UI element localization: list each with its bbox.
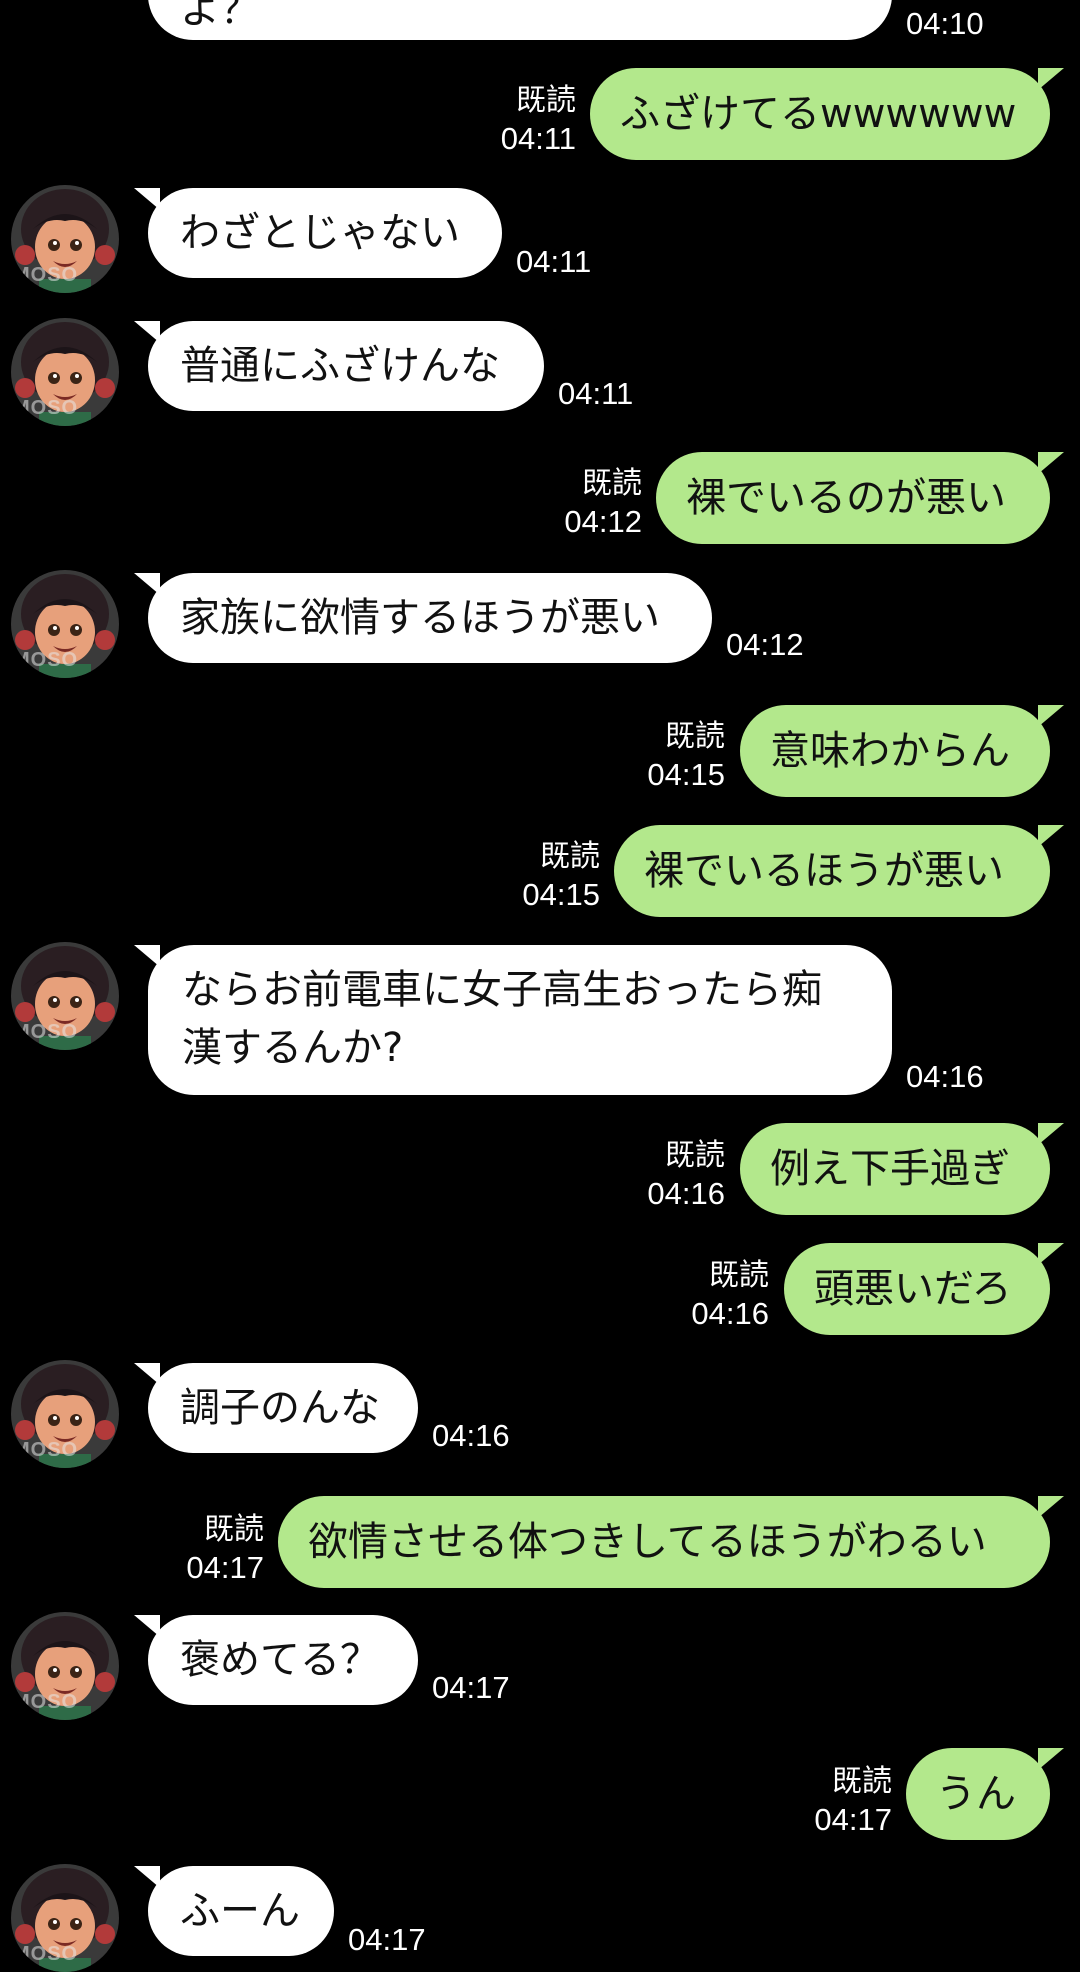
outgoing-bubble[interactable]: 意味わからん [740,705,1064,797]
read-receipt: 既読 04:17 [814,1763,892,1839]
read-receipt: 既読 04:16 [647,1137,725,1213]
avatar-watermark: MOSO [13,397,79,419]
message-time: 04:16 [647,1176,725,1211]
message-time: 04:10 [906,6,984,41]
message-time: 04:12 [564,504,642,539]
outgoing-bubble[interactable]: 欲情させる体つきしてるほうがわるい [278,1496,1064,1588]
message-time: 04:16 [906,1059,984,1094]
outgoing-bubble[interactable]: うん [906,1748,1064,1840]
message-time: 04:12 [726,627,804,662]
avatar-watermark: MOSO [13,264,79,286]
outgoing-bubble[interactable]: 頭悪いだろ [784,1243,1064,1335]
avatar-watermark: MOSO [13,1439,79,1461]
read-label: 既読 [516,83,576,118]
incoming-bubble[interactable]: 褒めてる？ [134,1615,418,1705]
read-receipt: 既読 04:12 [564,465,642,541]
outgoing-bubble[interactable]: 裸でいるほうが悪い [614,825,1064,917]
avatar-watermark: MOSO [13,1021,79,1043]
message-time: 04:16 [432,1418,510,1453]
message-time: 04:11 [558,376,634,411]
contact-avatar[interactable]: MOSO [11,1864,119,1972]
message-time: 04:11 [500,121,576,156]
incoming-bubble[interactable]: 調子のんな [134,1363,418,1453]
message-time: 04:17 [814,1802,892,1837]
avatar-watermark: MOSO [13,649,79,671]
contact-avatar[interactable]: MOSO [11,942,119,1050]
read-label: 既読 [540,839,600,874]
outgoing-bubble[interactable]: 例え下手過ぎ [740,1123,1064,1215]
chat-message-list[interactable]: よ？ 04:10 既読 04:11 ふざけてるwwwwww MOSO わざとじゃ… [0,0,1080,1972]
read-receipt: 既読 04:16 [691,1257,769,1333]
read-receipt: 既読 04:17 [186,1511,264,1587]
read-label: 既読 [665,719,725,754]
read-label: 既読 [665,1138,725,1173]
read-receipt: 既読 04:15 [647,718,725,794]
outgoing-bubble[interactable]: 裸でいるのが悪い [656,452,1064,544]
message-time: 04:17 [432,1670,510,1705]
read-label: 既読 [204,1512,264,1547]
contact-avatar[interactable]: MOSO [11,570,119,678]
contact-avatar[interactable]: MOSO [11,1360,119,1468]
message-time: 04:17 [348,1922,426,1957]
contact-avatar[interactable]: MOSO [11,1612,119,1720]
read-receipt: 既読 04:15 [522,838,600,914]
incoming-bubble[interactable]: 家族に欲情するほうが悪い [134,573,712,663]
outgoing-bubble[interactable]: ふざけてるwwwwww [590,68,1064,160]
message-time: 04:15 [522,877,600,912]
message-time: 04:16 [691,1296,769,1331]
incoming-bubble[interactable]: ならお前電車に女子高生おったら痴漢するんか? [134,945,892,1095]
incoming-bubble[interactable]: わざとじゃない [134,188,502,278]
incoming-bubble[interactable]: よ？ [148,0,892,40]
contact-avatar[interactable]: MOSO [11,185,119,293]
incoming-bubble[interactable]: ふーん [134,1866,334,1956]
message-time: 04:17 [186,1550,264,1585]
incoming-bubble[interactable]: 普通にふざけんな [134,321,544,411]
contact-avatar[interactable]: MOSO [11,318,119,426]
read-receipt: 既読 04:11 [501,82,576,158]
avatar-watermark: MOSO [13,1691,79,1713]
message-time: 04:15 [647,757,725,792]
read-label: 既読 [582,466,642,501]
read-label: 既読 [709,1258,769,1293]
message-time: 04:11 [516,244,592,279]
read-label: 既読 [832,1764,892,1799]
avatar-watermark: MOSO [13,1943,79,1965]
